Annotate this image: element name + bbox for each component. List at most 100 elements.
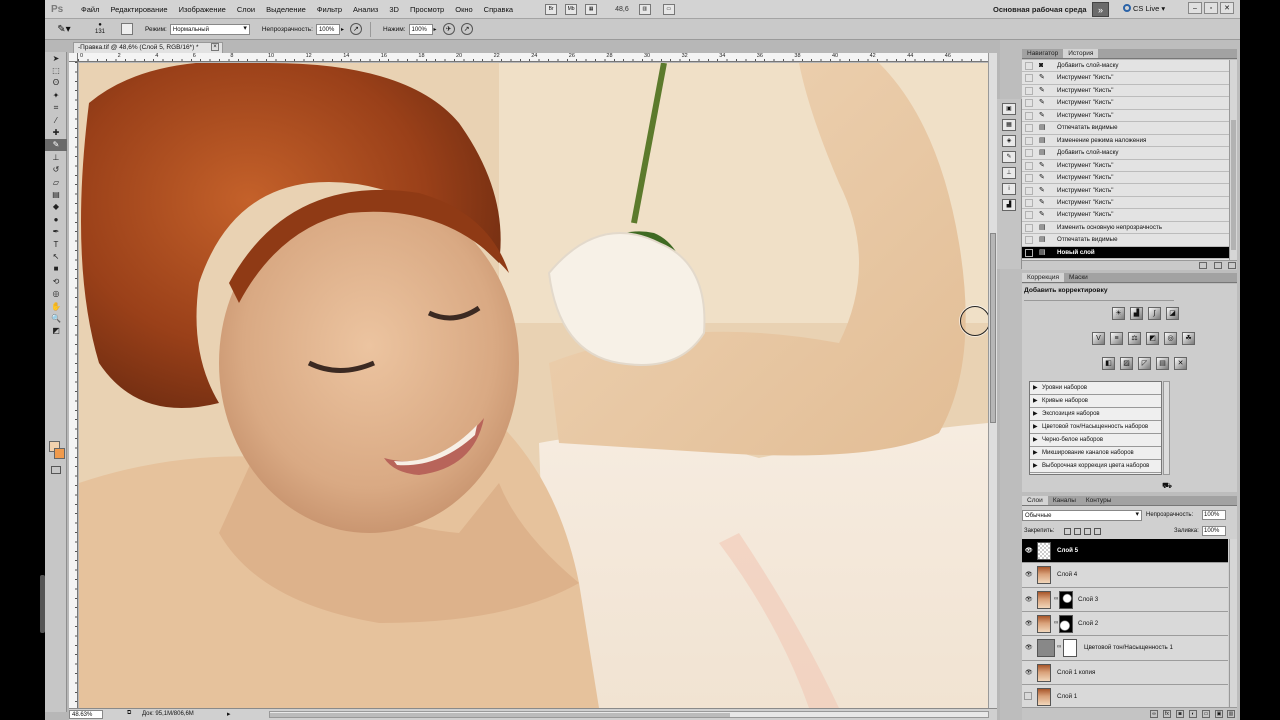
curves-icon[interactable]: ∫: [1148, 307, 1161, 320]
marquee-tool-icon[interactable]: ⬚: [45, 64, 67, 76]
layer-row[interactable]: Слой 1: [1022, 684, 1228, 710]
tab-history[interactable]: История: [1063, 49, 1099, 58]
layer-row[interactable]: 👁 Слой 1 копия: [1022, 660, 1228, 685]
status-menu-arrow-icon[interactable]: ▸: [227, 710, 231, 718]
tab-navigator[interactable]: Навигатор: [1022, 49, 1063, 58]
layer-row[interactable]: 👁 Слой 4: [1022, 563, 1228, 588]
delete-state-icon[interactable]: [1228, 262, 1236, 269]
history-item[interactable]: ✎ Инструмент "Кисть": [1022, 197, 1229, 210]
flow-slider-arrow-icon[interactable]: ▸: [434, 26, 437, 33]
tablet-opacity-icon[interactable]: ↗: [349, 23, 362, 35]
history-brush-source-checkbox[interactable]: [1025, 99, 1033, 108]
history-brush-tool-icon[interactable]: ↺: [45, 164, 67, 176]
invert-icon[interactable]: ◧: [1102, 357, 1115, 370]
black-white-icon[interactable]: ◩: [1146, 332, 1159, 345]
menu-help[interactable]: Справка: [484, 5, 513, 14]
zoom-field[interactable]: 48.63%: [69, 710, 103, 719]
screen-mode-icon[interactable]: ▭: [662, 3, 675, 15]
document-tab[interactable]: -Правка.tif @ 48,6% (Слой 5, RGB/16*) *: [73, 42, 223, 53]
spot-healing-tool-icon[interactable]: ✚: [45, 126, 67, 138]
scroll-thumb[interactable]: [990, 233, 996, 423]
hue-saturation-icon[interactable]: ≡: [1110, 332, 1123, 345]
menu-window[interactable]: Окно: [455, 5, 472, 14]
quick-select-tool-icon[interactable]: ✦: [45, 89, 67, 101]
vertical-ruler[interactable]: [69, 62, 78, 708]
gradient-map-icon[interactable]: ▤: [1156, 357, 1169, 370]
cs-live-button[interactable]: CS Live ▾: [1123, 4, 1165, 13]
visibility-eye-icon[interactable]: 👁: [1025, 596, 1033, 603]
history-item[interactable]: ▤ Добавить слой-маску: [1022, 147, 1229, 160]
new-adjustment-layer-icon[interactable]: ◐: [1189, 710, 1197, 718]
history-item[interactable]: ✎ Инструмент "Кисть": [1022, 72, 1229, 85]
workspace-expand-icon[interactable]: »: [1092, 2, 1109, 17]
mask-link-icon[interactable]: ∞: [1054, 620, 1058, 626]
shape-tool-icon[interactable]: ■: [45, 263, 67, 275]
visibility-eye-icon[interactable]: 👁: [1025, 644, 1033, 651]
layer-row[interactable]: 👁 Слой 5: [1022, 539, 1228, 564]
history-brush-source-checkbox[interactable]: [1025, 136, 1033, 145]
layer-opacity-input[interactable]: 100%: [1202, 510, 1226, 520]
history-brush-source-checkbox[interactable]: [1025, 248, 1033, 257]
type-tool-icon[interactable]: T: [45, 238, 67, 250]
expand-arrow-icon[interactable]: ▶: [1033, 395, 1038, 407]
mini-bridge-icon[interactable]: Mb: [565, 3, 578, 15]
history-item[interactable]: ◙ Добавить слой-маску: [1022, 60, 1229, 73]
blend-mode-select[interactable]: Обычные: [1022, 510, 1142, 521]
background-color-swatch[interactable]: [54, 448, 65, 459]
history-item[interactable]: ▤ Изменить основную непрозрачность: [1022, 222, 1229, 235]
visibility-eye-icon[interactable]: 👁: [1025, 620, 1033, 627]
close-icon[interactable]: ✕: [1220, 2, 1234, 14]
history-brush-source-checkbox[interactable]: [1025, 62, 1033, 70]
history-item[interactable]: ✎ Инструмент "Кисть": [1022, 172, 1229, 185]
history-item[interactable]: ✎ Инструмент "Кисть": [1022, 209, 1229, 222]
clone-source-icon[interactable]: ⊥: [1002, 167, 1016, 179]
dodge-tool-icon[interactable]: ●: [45, 213, 67, 225]
layer-mask-thumbnail[interactable]: [1059, 614, 1073, 633]
posterize-icon[interactable]: ▨: [1120, 357, 1133, 370]
link-layers-icon[interactable]: ∞: [1150, 710, 1158, 718]
history-brush-source-checkbox[interactable]: [1025, 198, 1033, 207]
fill-input[interactable]: 100%: [1202, 526, 1226, 536]
history-item[interactable]: ✎ Инструмент "Кисть": [1022, 160, 1229, 172]
selective-color-icon[interactable]: ✕: [1174, 357, 1187, 370]
opacity-slider-arrow-icon[interactable]: ▸: [341, 26, 344, 33]
zoom-level-dropdown[interactable]: 48,6: [615, 6, 629, 13]
clip-to-layer-icon[interactable]: ⛟: [1162, 481, 1174, 491]
presets-scrollbar[interactable]: [1163, 381, 1170, 475]
pen-tool-icon[interactable]: ✒: [45, 225, 67, 237]
new-layer-icon[interactable]: ▣: [1215, 710, 1223, 718]
scroll-thumb[interactable]: [270, 713, 730, 717]
exposure-icon[interactable]: ◪: [1166, 307, 1179, 320]
workspace-label[interactable]: Основная рабочая среда: [993, 5, 1087, 14]
menu-layer[interactable]: Слои: [237, 5, 255, 14]
vertical-scrollbar[interactable]: [988, 53, 997, 708]
preset-item[interactable]: ▶ Кривые наборов: [1030, 395, 1161, 408]
bridge-icon[interactable]: Br: [545, 3, 558, 15]
history-brush-source-checkbox[interactable]: [1025, 186, 1033, 195]
history-scrollbar[interactable]: [1229, 60, 1237, 260]
layer-mask-thumbnail[interactable]: [1063, 639, 1077, 658]
expand-arrow-icon[interactable]: ▶: [1033, 460, 1038, 472]
brightness-contrast-icon[interactable]: ☀: [1112, 307, 1125, 320]
lock-transparency-icon[interactable]: [1064, 528, 1071, 535]
preset-item[interactable]: ▶ Уровни наборов: [1030, 382, 1161, 395]
photo-filter-icon[interactable]: ◎: [1164, 332, 1177, 345]
zoom-tool-icon[interactable]: 🔍: [45, 312, 67, 324]
layer-mask-thumbnail[interactable]: [1059, 590, 1073, 609]
info-panel-icon[interactable]: i: [1002, 183, 1016, 195]
tab-channels[interactable]: Каналы: [1048, 496, 1081, 505]
airbrush-icon[interactable]: ✈: [442, 23, 455, 35]
path-select-tool-icon[interactable]: ↖: [45, 250, 67, 262]
color-balance-icon[interactable]: ⚖: [1128, 332, 1141, 345]
mode-select[interactable]: Нормальный: [169, 23, 250, 35]
history-brush-source-checkbox[interactable]: [1025, 211, 1033, 220]
history-item[interactable]: ✎ Инструмент "Кисть": [1022, 97, 1229, 110]
tab-masks[interactable]: Маски: [1064, 273, 1093, 282]
tab-layers[interactable]: Слои: [1022, 496, 1048, 505]
history-brush-source-checkbox[interactable]: [1025, 236, 1033, 245]
preset-item[interactable]: ▶ Черно-белое наборов: [1030, 434, 1161, 447]
menu-file[interactable]: Файл: [81, 5, 99, 14]
histogram-panel-icon[interactable]: ▟: [1002, 199, 1016, 211]
history-brush-source-checkbox[interactable]: [1025, 174, 1033, 183]
new-document-from-state-icon[interactable]: [1199, 262, 1207, 269]
